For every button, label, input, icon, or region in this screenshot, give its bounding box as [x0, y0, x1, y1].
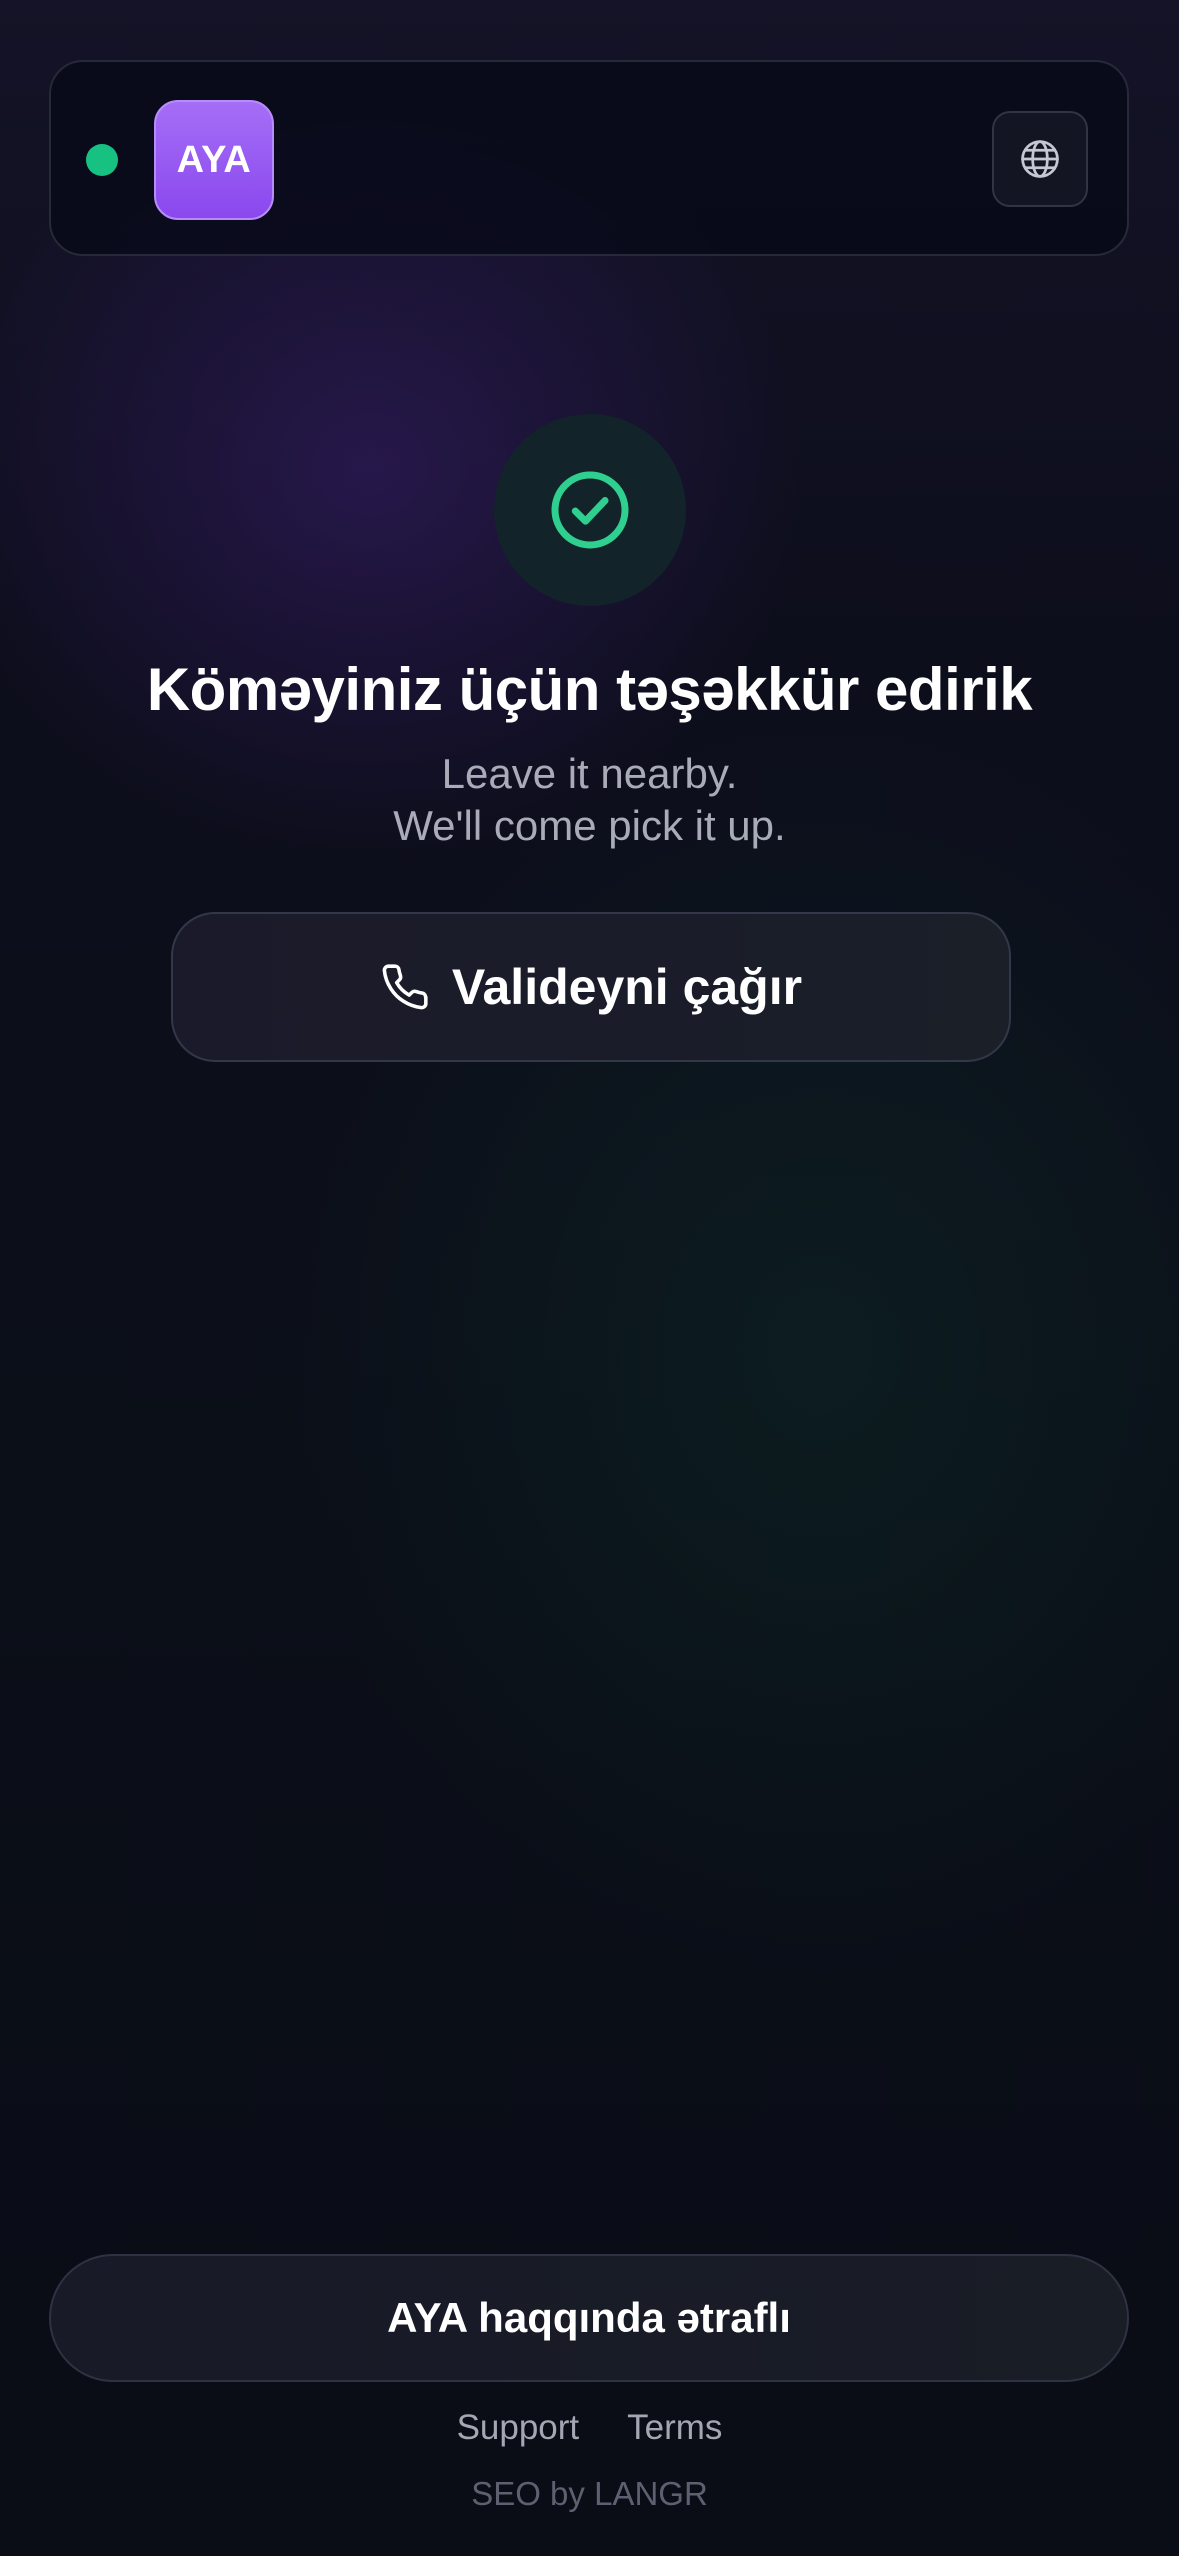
phone-icon [382, 964, 428, 1010]
footer-credit: SEO by LANGR [471, 2475, 708, 2512]
page-subtitle: Leave it nearby. We'll come pick it up. [0, 748, 1179, 852]
page-title: Köməyiniz üçün təşəkkür edirik [146, 656, 1033, 723]
logo-text: AYA [176, 138, 252, 181]
call-parent-label: Validеyni çağır [451, 959, 803, 1015]
support-link[interactable]: Support [457, 2402, 580, 2454]
header-bar: AYA [49, 60, 1129, 256]
about-aya-label: AYA haqqında ətraflı [387, 2294, 791, 2341]
subtitle-line: Leave it nearby. [441, 750, 738, 797]
success-badge [494, 414, 686, 606]
status-indicator [86, 144, 118, 176]
terms-link[interactable]: Terms [627, 2402, 722, 2454]
subtitle-line: We'll come pick it up. [393, 802, 786, 849]
globe-icon [1021, 140, 1059, 178]
check-circle-icon [551, 471, 629, 549]
language-button[interactable] [992, 111, 1088, 207]
app-logo: AYA [154, 100, 274, 220]
about-aya-button[interactable]: AYA haqqında ətraflı [49, 2254, 1129, 2382]
call-parent-button[interactable]: Validеyni çağır [171, 912, 1011, 1062]
footer-links: Support Terms [0, 2402, 1179, 2454]
